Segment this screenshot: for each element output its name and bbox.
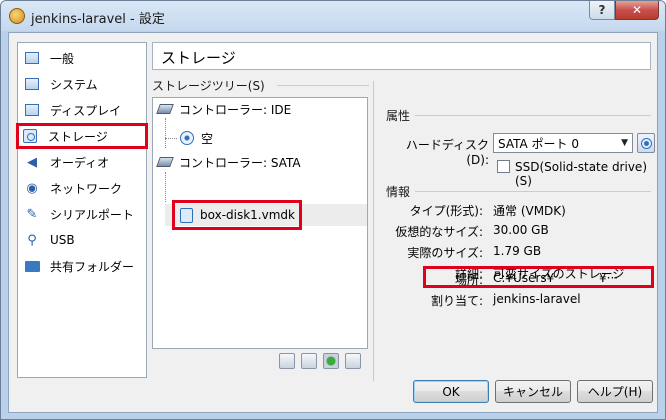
close-window-button[interactable]: ✕: [615, 1, 659, 20]
audio-icon: ◀: [27, 154, 37, 170]
tree-item-label: コントローラー: SATA: [179, 155, 301, 170]
sidebar-item-label: オーディオ: [50, 155, 110, 170]
info-type-label: タイプ(形式):: [409, 204, 483, 218]
help-button[interactable]: ヘルプ(H): [577, 380, 653, 403]
dialog-body: 一般 システム ディスプレイ ストレージ ◀ オーディオ ◉ ネットワーク ✎ …: [8, 32, 658, 413]
system-icon: [24, 76, 40, 92]
sidebar-item-network[interactable]: ◉ ネットワーク: [18, 175, 146, 201]
controller-icon: [156, 101, 174, 117]
ssd-checkbox[interactable]: [497, 160, 510, 173]
settings-sidebar: 一般 システム ディスプレイ ストレージ ◀ オーディオ ◉ ネットワーク ✎ …: [16, 42, 148, 378]
usb-icon: ⚲: [27, 232, 37, 248]
tree-item-label: 空: [201, 131, 214, 146]
sidebar-item-general[interactable]: 一般: [18, 45, 146, 71]
tree-item-controller-sata[interactable]: コントローラー: SATA: [156, 151, 301, 173]
sidebar-item-label: ストレージ: [48, 129, 108, 144]
info-attached-label: 割り当て:: [430, 294, 483, 308]
divider: [415, 115, 651, 116]
virtualbox-app-icon: [9, 8, 25, 24]
info-type-value: 通常 (VMDK): [493, 204, 566, 218]
info-location-tail: ¥···: [599, 271, 619, 285]
controller-icon: [156, 154, 174, 170]
window-controls: ? ✕: [589, 1, 659, 21]
sidebar-item-system[interactable]: システム: [18, 71, 146, 97]
info-actual-size-value: 1.79 GB: [493, 244, 542, 258]
serial-port-icon: ✎: [26, 206, 38, 222]
page-title: ストレージ: [152, 42, 651, 70]
window-title: jenkins-laravel - 設定: [31, 12, 165, 27]
storage-icon: [22, 128, 38, 144]
settings-window: jenkins-laravel - 設定 ? ✕ 一般 システム ディスプレイ …: [0, 0, 666, 420]
sidebar-item-usb[interactable]: ⚲ USB: [18, 227, 146, 253]
select-value: SATA ポート 0: [498, 136, 579, 151]
attributes-label: 属性: [386, 109, 411, 123]
divider: [415, 191, 651, 192]
info-virtual-size-label: 仮想的なサイズ:: [395, 225, 483, 239]
sidebar-item-label: ネットワーク: [50, 181, 123, 196]
sidebar-item-label: 共有フォルダー: [50, 259, 135, 274]
sidebar-item-serial-port[interactable]: ✎ シリアルポート: [18, 201, 146, 227]
tree-item-disk[interactable]: box-disk1.vmdk: [172, 200, 302, 230]
sidebar-item-label: 一般: [50, 51, 75, 66]
info-location-label: 場所:: [454, 273, 483, 287]
sidebar-item-display[interactable]: ディスプレイ: [18, 97, 146, 123]
add-attachment-icon[interactable]: [323, 353, 339, 369]
ssd-label: SSD(Solid-state drive)(S): [515, 160, 647, 188]
storage-tree-label: ストレージツリー(S): [152, 79, 265, 93]
tree-connector: [165, 138, 177, 139]
tree-toolbar: [279, 353, 361, 369]
sidebar-item-label: USB: [50, 233, 75, 247]
display-icon: [24, 102, 40, 118]
cancel-button[interactable]: キャンセル: [495, 380, 571, 403]
help-window-button[interactable]: ?: [589, 1, 615, 20]
remove-attachment-icon[interactable]: [345, 353, 361, 369]
sidebar-item-audio[interactable]: ◀ オーディオ: [18, 149, 146, 175]
sidebar-item-storage[interactable]: ストレージ: [16, 123, 148, 149]
add-controller-icon[interactable]: [279, 353, 295, 369]
tree-connector: [165, 118, 166, 148]
sidebar-item-label: ディスプレイ: [50, 103, 122, 118]
info-actual-size-label: 実際のサイズ:: [407, 246, 483, 260]
sidebar-item-label: システム: [50, 77, 98, 92]
chevron-down-icon: ▼: [621, 138, 628, 148]
ok-button[interactable]: OK: [413, 380, 489, 403]
tree-item-label: コントローラー: IDE: [179, 102, 292, 117]
optical-disc-icon: [179, 130, 195, 146]
shared-folder-icon: [24, 258, 40, 274]
general-icon: [24, 50, 40, 66]
title-bar[interactable]: jenkins-laravel - 設定 ? ✕: [1, 1, 665, 31]
remove-controller-icon[interactable]: [301, 353, 317, 369]
hard-disk-label: ハードディスク(D):: [405, 138, 489, 167]
info-label: 情報: [386, 185, 411, 199]
storage-tree[interactable]: コントローラー: IDE 空 コントローラー: SATA box-disk1.v…: [152, 97, 368, 349]
info-location-value: C:¥Users¥: [493, 271, 555, 285]
disk-icon: [640, 137, 652, 149]
sidebar-item-label: シリアルポート: [50, 207, 134, 222]
choose-disk-button[interactable]: [637, 133, 655, 153]
divider: [277, 85, 369, 86]
tree-connector: [165, 172, 166, 202]
tree-item-label: box-disk1.vmdk: [200, 208, 295, 222]
hard-disk-port-select[interactable]: SATA ポート 0 ▼: [493, 133, 633, 153]
info-attached-value: jenkins-laravel: [493, 292, 581, 306]
tree-item-empty-optical[interactable]: 空: [179, 127, 213, 149]
hard-disk-icon: [178, 207, 194, 223]
divider: [373, 81, 374, 381]
info-virtual-size-value: 30.00 GB: [493, 223, 549, 237]
network-icon: ◉: [26, 180, 38, 196]
tree-item-controller-ide[interactable]: コントローラー: IDE: [156, 98, 292, 120]
sidebar-item-shared-folder[interactable]: 共有フォルダー: [18, 253, 146, 279]
